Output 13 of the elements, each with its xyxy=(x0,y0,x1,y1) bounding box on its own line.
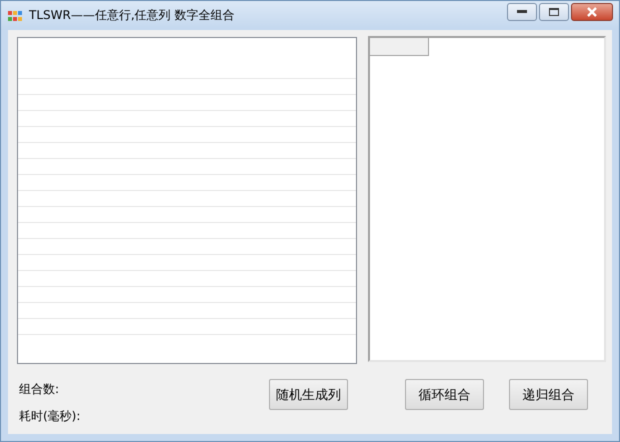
minimize-icon xyxy=(517,10,527,14)
action-button[interactable]: 随机生成列 xyxy=(269,379,348,410)
minimize-button[interactable] xyxy=(507,3,537,21)
maximize-icon xyxy=(549,8,559,16)
maximize-button[interactable] xyxy=(539,3,569,21)
info-label: 耗时(毫秒): xyxy=(19,408,82,425)
close-button[interactable] xyxy=(571,3,613,21)
action-button[interactable]: 循环组合 xyxy=(405,379,484,410)
info-label: 组合数: xyxy=(19,381,60,398)
action-button[interactable]: 递归组合 xyxy=(509,379,588,410)
window-title: TLSWR——任意行,任意列 数字全组合 xyxy=(29,7,234,24)
grid-header-cell xyxy=(370,38,429,56)
close-icon xyxy=(586,7,598,17)
